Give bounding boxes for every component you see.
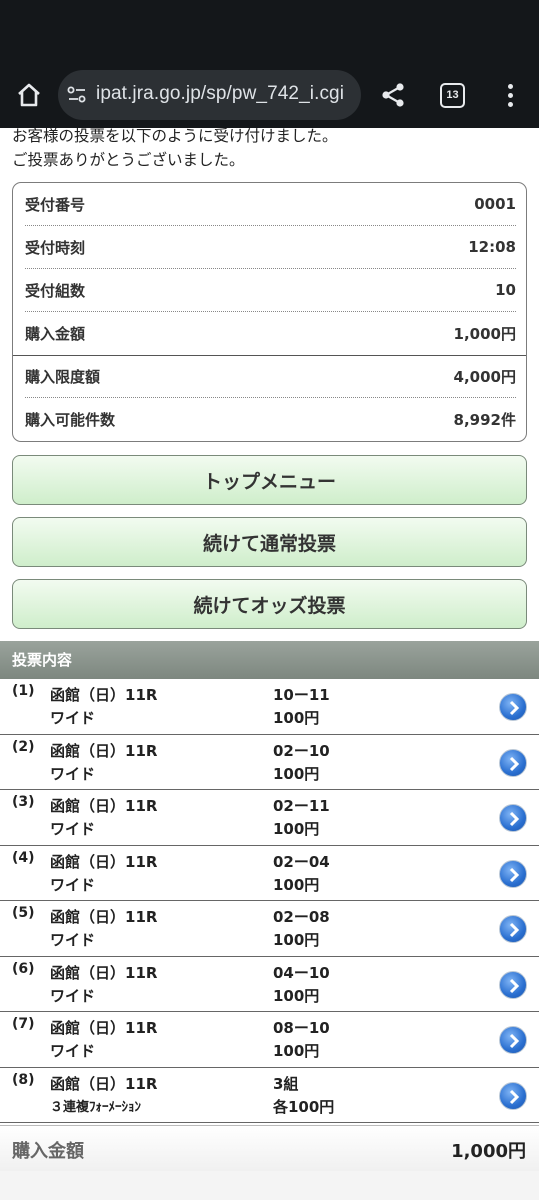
bets-section-header: 投票内容: [0, 641, 539, 679]
bet-combination: 3組: [273, 1074, 299, 1093]
more-menu-icon[interactable]: [500, 82, 520, 110]
chevron-right-icon[interactable]: [499, 1026, 527, 1054]
receipt-value: 1,000円: [453, 325, 516, 343]
confirmation-line-2: ご投票ありがとうございました。: [12, 151, 245, 169]
bet-race: 函館（日）11R: [50, 908, 158, 926]
receipt-label: 受付時刻: [25, 238, 86, 257]
confirmation-line-1: お客様の投票を以下のように受け付けました。: [12, 127, 338, 145]
browser-toolbar: ipat.jra.go.jp/sp/pw_742_i.cgi 13: [0, 62, 539, 128]
receipt-row-available: 購入可能件数 8,992件: [25, 398, 516, 441]
receipt-summary: 受付番号 0001 受付時刻 12:08 受付組数 10 購入金額 1,000円…: [12, 182, 527, 442]
page-footer: [0, 1171, 539, 1200]
bet-number: (3): [12, 794, 35, 810]
total-amount-bar: 購入金額 1,000円: [0, 1125, 539, 1171]
receipt-label: 購入限度額: [25, 367, 101, 386]
chevron-right-icon[interactable]: [499, 859, 527, 888]
continue-odds-bet-button[interactable]: 続けてオッズ投票: [12, 579, 527, 629]
confirmation-message: お客様の投票を以下のように受け付けました。 ご投票ありがとうございました。: [12, 124, 338, 172]
total-value: 1,000円: [451, 1141, 526, 1162]
bet-amount: 100円: [273, 986, 320, 1005]
bet-number: (6): [12, 960, 35, 977]
bet-combination: 04ー10: [273, 963, 330, 982]
bet-amount: 100円: [273, 1042, 320, 1060]
total-label: 購入金額: [12, 1141, 84, 1162]
bet-number: (2): [12, 738, 35, 755]
receipt-label: 受付番号: [25, 195, 86, 214]
receipt-row-count: 受付組数 10: [25, 269, 516, 312]
home-icon[interactable]: [14, 80, 44, 110]
url-text[interactable]: ipat.jra.go.jp/sp/pw_742_i.cgi: [96, 83, 344, 105]
receipt-value: 12:08: [468, 238, 516, 256]
bet-number: (8): [12, 1071, 35, 1088]
bet-type: ワイド: [50, 764, 96, 783]
address-bar[interactable]: ipat.jra.go.jp/sp/pw_742_i.cgi: [58, 70, 361, 120]
chevron-right-icon[interactable]: [499, 693, 527, 721]
bet-race: 函館（日）11R: [50, 686, 158, 704]
bet-race: 函館（日）11R: [50, 741, 158, 760]
bet-type: ワイド: [50, 709, 96, 727]
bet-combination: 02ー08: [273, 908, 330, 926]
chevron-right-icon[interactable]: [499, 915, 527, 943]
bet-row[interactable]: (8) 函館（日）11R ３連複ﾌｫｰﾒｰｼｮﾝ 3組 各100円: [0, 1068, 539, 1123]
receipt-row-time: 受付時刻 12:08: [25, 226, 516, 269]
bet-combination: 02ー11: [273, 797, 330, 815]
continue-normal-bet-button[interactable]: 続けて通常投票: [12, 517, 527, 567]
bet-race: 函館（日）11R: [50, 1074, 158, 1093]
bet-number: (1): [12, 683, 35, 699]
bet-amount: 100円: [273, 764, 320, 783]
bet-number: (5): [12, 905, 35, 921]
receipt-value: 10: [495, 281, 516, 299]
bet-amount: 100円: [273, 875, 320, 894]
bet-row[interactable]: (1) 函館（日）11R ワイド 10ー11 100円: [0, 679, 539, 735]
bet-combination: 02ー10: [273, 741, 330, 760]
bet-row[interactable]: (7) 函館（日）11R ワイド 08ー10 100円: [0, 1012, 539, 1068]
bet-combination: 10ー11: [273, 686, 330, 704]
share-icon[interactable]: [379, 81, 407, 109]
bet-type: ワイド: [50, 875, 96, 894]
receipt-row-amount: 購入金額 1,000円: [25, 312, 516, 355]
chevron-right-icon[interactable]: [499, 804, 527, 832]
receipt-label: 購入金額: [25, 325, 86, 343]
bet-amount: 100円: [273, 931, 320, 949]
status-bar: [0, 0, 539, 62]
bet-number: (4): [12, 849, 35, 866]
bet-type: ワイド: [50, 1042, 96, 1060]
chevron-right-icon[interactable]: [499, 970, 527, 999]
bet-race: 函館（日）11R: [50, 963, 158, 982]
receipt-label: 購入可能件数: [25, 411, 116, 429]
bet-race: 函館（日）11R: [50, 797, 158, 815]
bet-amount: 100円: [273, 820, 320, 838]
bet-combination: 08ー10: [273, 1019, 330, 1037]
bet-row[interactable]: (4) 函館（日）11R ワイド 02ー04 100円: [0, 846, 539, 901]
receipt-row-limit: 購入限度額 4,000円: [25, 355, 516, 398]
bet-type: ３連複ﾌｫｰﾒｰｼｮﾝ: [50, 1099, 142, 1115]
top-menu-button[interactable]: トップメニュー: [12, 455, 527, 505]
bet-row[interactable]: (3) 函館（日）11R ワイド 02ー11 100円: [0, 790, 539, 846]
bet-row[interactable]: (6) 函館（日）11R ワイド 04ー10 100円: [0, 957, 539, 1012]
chevron-right-icon[interactable]: [499, 1081, 527, 1110]
bet-race: 函館（日）11R: [50, 852, 158, 871]
receipt-value: 8,992件: [453, 411, 516, 429]
bet-type: ワイド: [50, 820, 96, 838]
bet-race: 函館（日）11R: [50, 1019, 158, 1037]
tab-switcher-button[interactable]: 13: [440, 83, 465, 108]
site-settings-icon[interactable]: [66, 84, 88, 106]
receipt-row-number: 受付番号 0001: [25, 183, 516, 226]
receipt-label: 受付組数: [25, 281, 86, 300]
chevron-right-icon[interactable]: [499, 748, 527, 777]
bet-type: ワイド: [50, 931, 96, 949]
receipt-value: 4,000円: [453, 367, 516, 386]
bet-amount: 100円: [273, 709, 320, 727]
bet-combination: 02ー04: [273, 852, 330, 871]
bet-type: ワイド: [50, 986, 96, 1005]
receipt-value: 0001: [474, 195, 516, 213]
bet-row[interactable]: (5) 函館（日）11R ワイド 02ー08 100円: [0, 901, 539, 957]
bet-amount: 各100円: [273, 1097, 335, 1116]
bet-row[interactable]: (2) 函館（日）11R ワイド 02ー10 100円: [0, 735, 539, 790]
bet-number: (7): [12, 1016, 35, 1032]
